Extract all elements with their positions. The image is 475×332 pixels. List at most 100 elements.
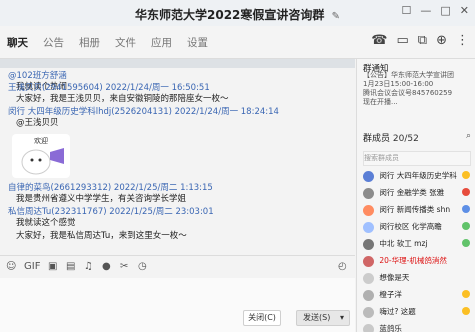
notice-body[interactable]: 【公告】华东师范大学宣讲团 1月23日15:00-16:00 腾讯会议会议号84… [363,71,473,107]
sticker-caption: 欢迎 [34,137,48,145]
member-name: 闵行 大四年级历史学科 [379,171,457,180]
send-label: 发送(S) [303,313,331,322]
member-item[interactable]: 闵行 金融学类 张雅 [363,184,475,201]
member-item[interactable]: 闵行 大四年级历史学科 [363,167,475,184]
member-name: 闵行 新闻传播类 shn [379,205,451,214]
window: 华东师范大学2022寒假宣讲咨询群 ✎ ☐ — □ ✕ 聊天 公告 相册 文件 … [0,0,475,332]
message: 大家好，我是私信周达Tu，来到这里女一枚～ [8,231,187,242]
message-text: 大家好，我是王浅贝贝，来自安徽铜陵的那陪座女一枚～ [16,94,229,104]
toolbar: 聊天 公告 相册 文件 应用 设置 ☎ ▭ ⧉ ⊕ ⋮ [0,26,475,59]
music-icon[interactable]: ♫ [84,261,93,272]
message: 私信周达Tu(232311767) 2022/1/25/周二 23:03:01 … [8,207,214,229]
member-item[interactable]: 中北 软工 mzj [363,235,475,252]
tab-chat[interactable]: 聊天 [7,35,28,50]
role-icon [462,171,470,179]
window-controls: ☐ — □ ✕ [402,4,470,17]
edit-icon[interactable]: ✎ [332,11,340,22]
member-item[interactable]: 20-华理-机械鸽消然 [363,252,475,269]
gif-icon[interactable]: GIF [24,261,40,272]
phone-icon[interactable]: ☎ [371,33,387,48]
title-text: 华东师范大学2022寒假宣讲咨询群 [135,8,325,22]
add-member-icon[interactable]: ⊕ [436,33,447,48]
toolbar-icons: ☎ ▭ ⧉ ⊕ ⋮ [371,33,469,48]
pin-icon[interactable]: ☐ [402,4,412,17]
role-icon [462,307,470,315]
message-text: 我就读这个感觉 [16,218,76,228]
role-icon [462,222,470,230]
avatar [363,289,374,301]
avatar [363,238,374,250]
tab-apps[interactable]: 应用 [151,35,172,50]
close-button[interactable]: ✕ [460,4,469,17]
avatar [363,306,374,318]
avatar [363,221,374,233]
more-icon[interactable]: ⋮ [456,33,469,48]
image-icon[interactable]: ▣ [48,261,57,272]
member-name: 嗨过? 这题 [379,307,416,316]
video-icon[interactable]: ▭ [397,33,409,48]
avatar [363,323,374,332]
message-author[interactable]: 自律的菜鸟(2661293312) 2022/1/25/周二 1:13:15 [8,183,213,194]
member-item[interactable]: 嗨过? 这题 [363,303,475,320]
tab-announcements[interactable]: 公告 [43,35,64,50]
chevron-down-icon[interactable]: ▾ [340,311,344,325]
sticker: 欢迎 [12,134,70,178]
avatar [363,170,374,182]
members-count: 20/52 [392,134,419,144]
member-name: 20-华理-机械鸽消然 [379,256,447,265]
tab-album[interactable]: 相册 [79,35,100,50]
clock-icon[interactable]: ◷ [138,261,147,272]
right-panel: 群通知 【公告】华东师范大学宣讲团 1月23日15:00-16:00 腾讯会议会… [356,59,475,332]
member-item[interactable]: 闵行 新闻传播类 shn [363,201,475,218]
avatar [363,204,374,216]
member-search-input[interactable]: 搜索群成员 [363,151,471,166]
message: 自律的菜鸟(2661293312) 2022/1/25/周二 1:13:15 我… [8,183,213,205]
member-name: 闵行校区 化学高瞻 [379,222,442,231]
emoji-icon[interactable]: ☺ [6,261,16,272]
avatar [363,187,374,199]
member-name: 蓝鸽乐 [379,324,402,332]
message-text: @王浅贝贝 [16,118,59,128]
previous-message-strip [0,59,355,68]
message-text: 我是贵州省遵义中学学生，有关咨询学长学姐 [16,194,187,204]
maximize-button[interactable]: □ [440,4,450,17]
role-icon [462,205,470,213]
member-item[interactable]: 想像是天 [363,269,475,286]
send-button[interactable]: 发送(S) ▾ [296,310,350,326]
screen-share-icon[interactable]: ⧉ [418,33,427,48]
message-author[interactable]: @102班方舒涵 [8,71,67,82]
member-name: 中北 软工 mzj [379,239,428,248]
member-item[interactable]: 闵行校区 化学高瞻 [363,218,475,235]
file-icon[interactable]: ▤ [66,261,75,272]
avatar [363,255,374,267]
title-bar: 华东师范大学2022寒假宣讲咨询群 ✎ ☐ — □ ✕ [0,0,475,26]
search-icon[interactable]: ⌕ [466,131,471,141]
minimize-button[interactable]: — [420,4,431,17]
message-author[interactable]: 闵行 大四年级历史学科lhdj(2526204131) 2022/1/24/周一… [8,107,279,118]
member-name: 想像是天 [379,273,410,282]
member-item[interactable]: 蓝鸽乐 [363,320,475,332]
members-title: 群成员 [363,134,391,144]
role-icon [462,239,470,247]
members-actions: ⌕ [466,131,471,141]
member-name: 闵行 金融学类 张雅 [379,188,445,197]
members-header: 群成员 20/52 [363,131,419,144]
tab-settings[interactable]: 设置 [187,35,208,50]
mic-icon[interactable]: ● [102,261,111,272]
cut-icon[interactable]: ✂ [120,261,128,272]
role-icon [462,290,470,298]
input-toolbar: ☺ GIF ▣ ▤ ♫ ● ✂ ◷ ◴ [0,255,355,278]
message-author[interactable]: 私信周达Tu(232311767) 2022/1/25/周二 23:03:01 [8,207,214,218]
tab-files[interactable]: 文件 [115,35,136,50]
close-chat-button[interactable]: 关闭(C) [243,310,281,326]
message-author[interactable]: 王浅贝贝(2941595604) 2022/1/24/周一 16:50:51 [8,83,229,94]
role-icon [462,188,470,196]
message: 闵行 大四年级历史学科lhdj(2526204131) 2022/1/24/周一… [8,107,279,129]
member-item[interactable]: 橙子洋 [363,286,475,303]
message-text: 大家好，我是私信周达Tu，来到这里女一枚～ [16,231,187,241]
chat-area[interactable]: @102班方舒涵 我就读个热闹 王浅贝贝(2941595604) 2022/1/… [0,59,355,255]
avatar [363,272,374,284]
message: 王浅贝贝(2941595604) 2022/1/24/周一 16:50:51 大… [8,83,229,105]
member-name: 橙子洋 [379,290,402,299]
history-icon[interactable]: ◴ [338,261,347,272]
